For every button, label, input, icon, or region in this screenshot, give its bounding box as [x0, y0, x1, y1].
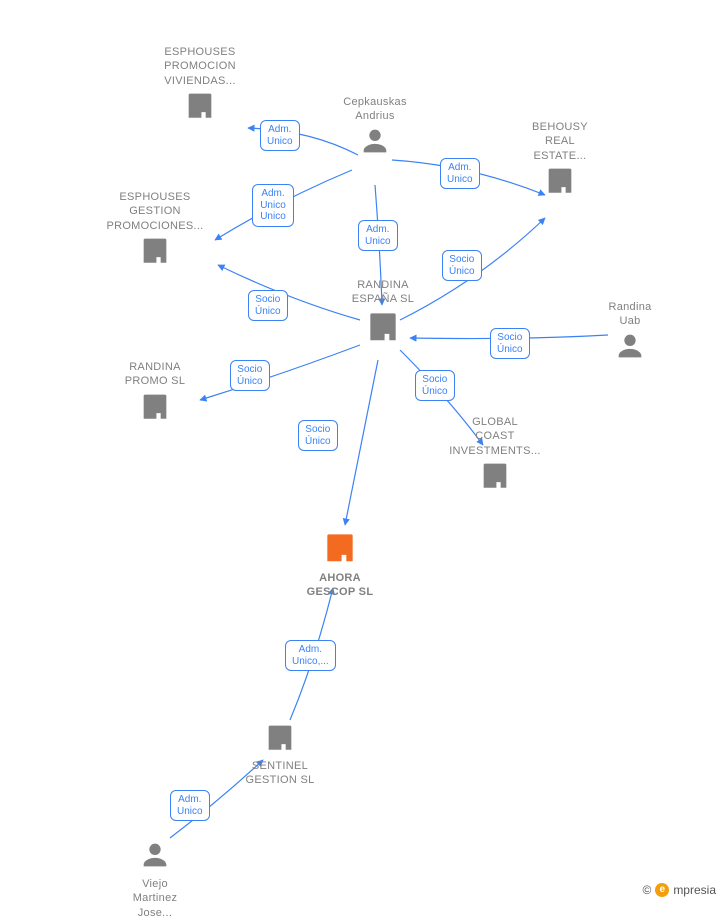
node-label: AHORAGESCOP SL [285, 571, 395, 600]
edge-label: Adm.Unico,... [285, 640, 336, 671]
building-icon [364, 307, 402, 345]
person-icon [613, 329, 647, 363]
node-global-coast[interactable]: GLOBALCOASTINVESTMENTS... [440, 415, 550, 497]
node-sentinel[interactable]: SENTINELGESTION SL [225, 720, 335, 788]
brand-logo-icon: e [655, 883, 669, 897]
person-icon [358, 124, 392, 158]
node-label: ESPHOUSESPROMOCIONVIVIENDAS... [145, 45, 255, 88]
edge-label: Adm.Unico [170, 790, 210, 821]
node-ahora-gescop[interactable]: AHORAGESCOP SL [285, 528, 395, 600]
edge-label: SocioÚnico [298, 420, 338, 451]
edge-label: SocioÚnico [442, 250, 482, 281]
node-label: SENTINELGESTION SL [225, 759, 335, 788]
node-label: RANDINAPROMO SL [100, 360, 210, 389]
footer-brand: © e mpresia [642, 883, 716, 897]
node-label: GLOBALCOASTINVESTMENTS... [440, 415, 550, 458]
building-icon [138, 389, 172, 423]
edge-label: Adm.UnicoUnico [252, 184, 294, 227]
diagram-canvas: ESPHOUSESPROMOCIONVIVIENDAS... Cepkauska… [0, 0, 728, 905]
node-label: RandinaUab [575, 300, 685, 329]
edge-label: Adm.Unico [440, 158, 480, 189]
node-behousy[interactable]: BEHOUSYREALESTATE... [505, 120, 615, 202]
edge-label: Adm.Unico [358, 220, 398, 251]
node-cepkauskas[interactable]: CepkauskasAndrius [320, 95, 430, 163]
node-label: CepkauskasAndrius [320, 95, 430, 124]
edge-label: Adm.Unico [260, 120, 300, 151]
node-randina-espana[interactable]: RANDINAESPAÑA SL [328, 278, 438, 350]
node-label: RANDINAESPAÑA SL [328, 278, 438, 307]
edge-label: SocioÚnico [248, 290, 288, 321]
copyright-symbol: © [642, 883, 651, 897]
node-randina-promo[interactable]: RANDINAPROMO SL [100, 360, 210, 428]
edge-label: SocioÚnico [415, 370, 455, 401]
edge-label: SocioÚnico [490, 328, 530, 359]
building-icon [138, 233, 172, 267]
node-esphouses-gestion[interactable]: ESPHOUSESGESTIONPROMOCIONES... [100, 190, 210, 272]
person-icon [138, 838, 172, 872]
building-icon [263, 720, 297, 754]
brand-text: mpresia [673, 883, 716, 897]
edge-label: SocioÚnico [230, 360, 270, 391]
building-icon [543, 163, 577, 197]
node-randina-uab[interactable]: RandinaUab [575, 300, 685, 368]
building-icon [183, 88, 217, 122]
node-label: BEHOUSYREALESTATE... [505, 120, 615, 163]
node-label: ESPHOUSESGESTIONPROMOCIONES... [100, 190, 210, 233]
node-viejo[interactable]: ViejoMartinezJose... [100, 838, 210, 920]
building-icon [478, 458, 512, 492]
building-icon-highlight [321, 528, 359, 566]
node-label: ViejoMartinezJose... [100, 877, 210, 920]
node-esphouses-promocion[interactable]: ESPHOUSESPROMOCIONVIVIENDAS... [145, 45, 255, 127]
